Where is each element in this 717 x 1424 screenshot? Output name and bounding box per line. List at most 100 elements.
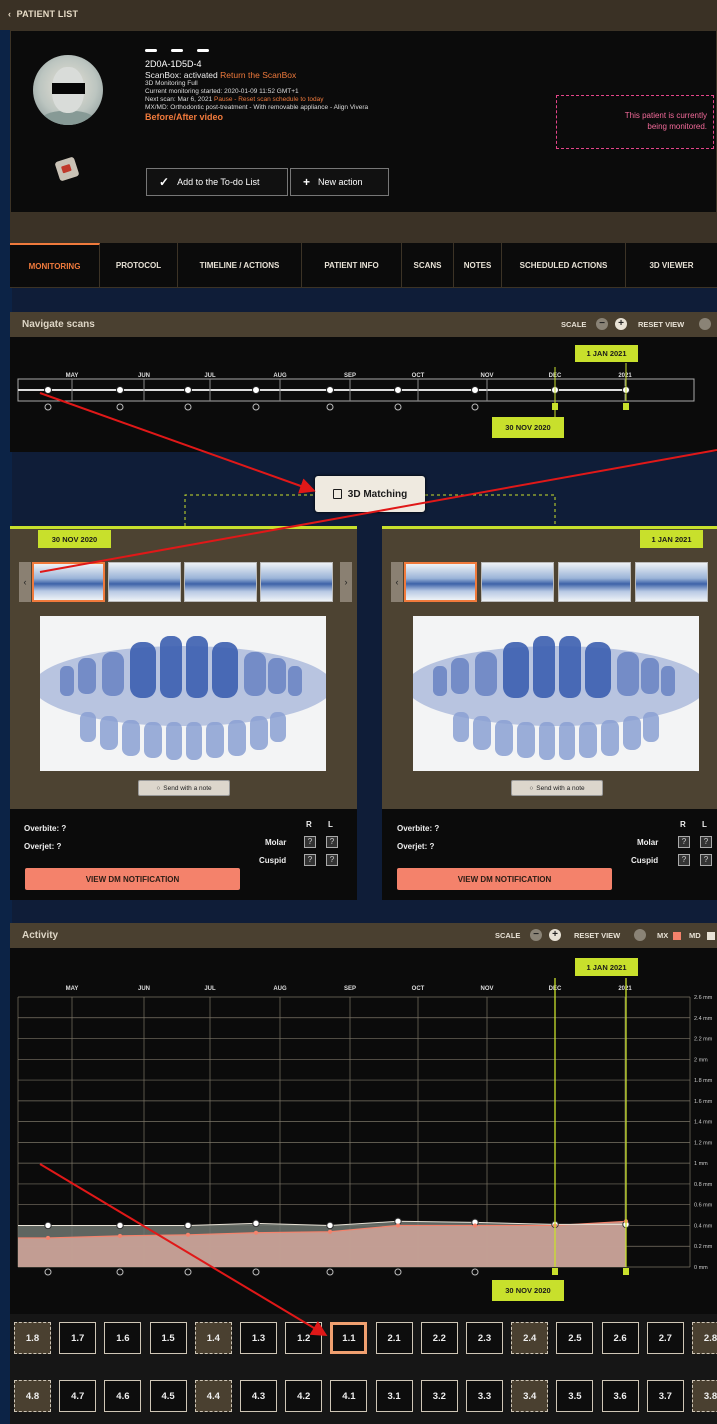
tooth-button[interactable]: 3.3 (466, 1380, 503, 1412)
header-strip (10, 213, 717, 243)
card-right-photo[interactable] (413, 616, 699, 771)
tab-scheduled-actions[interactable]: SCHEDULED ACTIONS (502, 243, 626, 287)
card-left-overjet: Overjet: ? (24, 842, 62, 851)
tooth-button[interactable]: 2.1 (375, 1322, 413, 1354)
card-right-prev-icon[interactable]: ‹ (391, 562, 403, 602)
patient-list-link[interactable]: ‹ PATIENT LIST (8, 9, 78, 19)
tooth-button[interactable]: 4.5 (149, 1380, 187, 1412)
card-right-cuspid-r[interactable]: ? (678, 854, 690, 866)
next-scan-actions-link[interactable]: Pause - Reset scan schedule to today (214, 96, 323, 103)
3d-matching-button[interactable]: 3D Matching (315, 476, 425, 512)
tab-protocol[interactable]: PROTOCOL (100, 243, 178, 287)
tooth-button[interactable]: 4.2 (285, 1380, 323, 1412)
nav-scale-label: SCALE (561, 320, 587, 329)
tab-timeline-actions[interactable]: TIMELINE / ACTIONS (178, 243, 302, 287)
tooth-button[interactable]: 1.2 (285, 1322, 323, 1354)
activity-zoom-out-icon[interactable]: − (530, 929, 542, 941)
tooth-button[interactable]: 3.8 (692, 1380, 717, 1412)
lower-tooth (643, 712, 659, 742)
tooth-button[interactable]: 1.8 (14, 1322, 51, 1354)
monitoring-status-line1: This patient is currently (624, 111, 707, 120)
thumbnail[interactable] (635, 562, 708, 602)
timeline-scan-marker (394, 403, 402, 411)
tooth-button[interactable]: 2.7 (646, 1322, 684, 1354)
tooth-button[interactable]: 2.4 (511, 1322, 549, 1354)
card-right-overjet: Overjet: ? (397, 842, 435, 851)
tooth-button[interactable]: 4.7 (59, 1380, 97, 1412)
tooth-button[interactable]: 1.5 (149, 1322, 187, 1354)
timeline-scan-point (44, 386, 52, 394)
nav-zoom-out-icon[interactable]: − (596, 318, 608, 330)
nav-date-tag-bottom: 30 NOV 2020 (492, 417, 564, 438)
tooth-button[interactable]: 4.1 (330, 1380, 368, 1412)
add-to-todo-button[interactable]: ✓ Add to the To-do List (146, 168, 288, 196)
activity-chart[interactable]: MAYJUNJULAUGSEPOCTNOVDEC20212.6 mm2.4 mm… (10, 948, 717, 1314)
chart-y-tick-label: 2.2 mm (694, 1037, 713, 1043)
upper-tooth (617, 652, 639, 696)
tooth-button[interactable]: 2.8 (692, 1322, 717, 1354)
upper-tooth (661, 666, 675, 696)
tooth-button[interactable]: 4.8 (14, 1380, 51, 1412)
thumbnail[interactable] (32, 562, 105, 602)
tooth-button[interactable]: 1.4 (194, 1322, 232, 1354)
card-left-photo[interactable] (40, 616, 326, 771)
card-left-send-note-button[interactable]: ○ Send with a note (138, 780, 230, 796)
tooth-button[interactable]: 4.6 (104, 1380, 142, 1412)
patient-list-label[interactable]: PATIENT LIST (17, 9, 79, 19)
activity-zoom-in-icon[interactable]: + (549, 929, 561, 941)
tooth-button[interactable]: 1.6 (104, 1322, 142, 1354)
tab-notes[interactable]: NOTES (454, 243, 502, 287)
tooth-button[interactable]: 1.3 (240, 1322, 277, 1354)
card-left-cuspid-l[interactable]: ? (326, 854, 338, 866)
thumbnail[interactable] (108, 562, 181, 602)
nav-reset-view-label[interactable]: RESET VIEW (638, 320, 684, 329)
card-right-molar-r[interactable]: ? (678, 836, 690, 848)
tooth-button[interactable]: 3.4 (511, 1380, 549, 1412)
tooth-button[interactable]: 4.4 (194, 1380, 232, 1412)
tooth-button[interactable]: 3.2 (420, 1380, 458, 1412)
activity-reset-view-label[interactable]: RESET VIEW (574, 931, 620, 940)
return-scanbox-link[interactable]: Return the ScanBox (220, 70, 296, 80)
card-right-send-note-button[interactable]: ○ Send with a note (511, 780, 603, 796)
tooth-button[interactable]: 2.2 (420, 1322, 458, 1354)
new-action-button[interactable]: + New action (290, 168, 389, 196)
tab-patient-info[interactable]: PATIENT INFO (302, 243, 402, 287)
tab-3d-viewer[interactable]: 3D VIEWER (626, 243, 717, 287)
tooth-button[interactable]: 4.3 (240, 1380, 277, 1412)
card-right-cuspid-l[interactable]: ? (700, 854, 712, 866)
thumbnail[interactable] (260, 562, 333, 602)
tooth-button[interactable]: 3.5 (556, 1380, 594, 1412)
upper-tooth (503, 642, 529, 698)
card-left-molar-r[interactable]: ? (304, 836, 316, 848)
monitoring-type: 3D Monitoring Full (145, 80, 198, 87)
card-right-dm-notification-button[interactable]: VIEW DM NOTIFICATION (397, 868, 612, 890)
upper-tooth (451, 658, 469, 694)
card-right-r-label: R (680, 820, 686, 829)
card-left-dm-notification-button[interactable]: VIEW DM NOTIFICATION (25, 868, 240, 890)
thumbnail[interactable] (184, 562, 257, 602)
timeline-scan-marker (184, 403, 192, 411)
card-left-next-icon[interactable]: › (340, 562, 352, 602)
tooth-button[interactable]: 1.7 (59, 1322, 97, 1354)
tooth-button[interactable]: 3.7 (646, 1380, 684, 1412)
before-after-video-link[interactable]: Before/After video (145, 112, 368, 123)
thumbnail[interactable] (404, 562, 477, 602)
card-left-prev-icon[interactable]: ‹ (19, 562, 31, 602)
tooth-button[interactable]: 1.1 (330, 1322, 368, 1354)
tooth-button[interactable]: 3.6 (601, 1380, 639, 1412)
card-right-send-note-label: Send with a note (536, 784, 585, 792)
card-right-molar-l[interactable]: ? (700, 836, 712, 848)
card-left-cuspid-r[interactable]: ? (304, 854, 316, 866)
thumbnail[interactable] (558, 562, 631, 602)
thumbnail[interactable] (481, 562, 554, 602)
tab-monitoring[interactable]: MONITORING (10, 243, 100, 287)
tooth-button[interactable]: 2.5 (556, 1322, 594, 1354)
nav-reset-view-icon[interactable] (699, 318, 711, 330)
tooth-button[interactable]: 3.1 (375, 1380, 413, 1412)
tooth-button[interactable]: 2.6 (601, 1322, 639, 1354)
card-left-molar-l[interactable]: ? (326, 836, 338, 848)
nav-zoom-in-icon[interactable]: + (615, 318, 627, 330)
tooth-button[interactable]: 2.3 (466, 1322, 503, 1354)
activity-reset-view-icon[interactable] (634, 929, 646, 941)
tab-scans[interactable]: SCANS (402, 243, 454, 287)
